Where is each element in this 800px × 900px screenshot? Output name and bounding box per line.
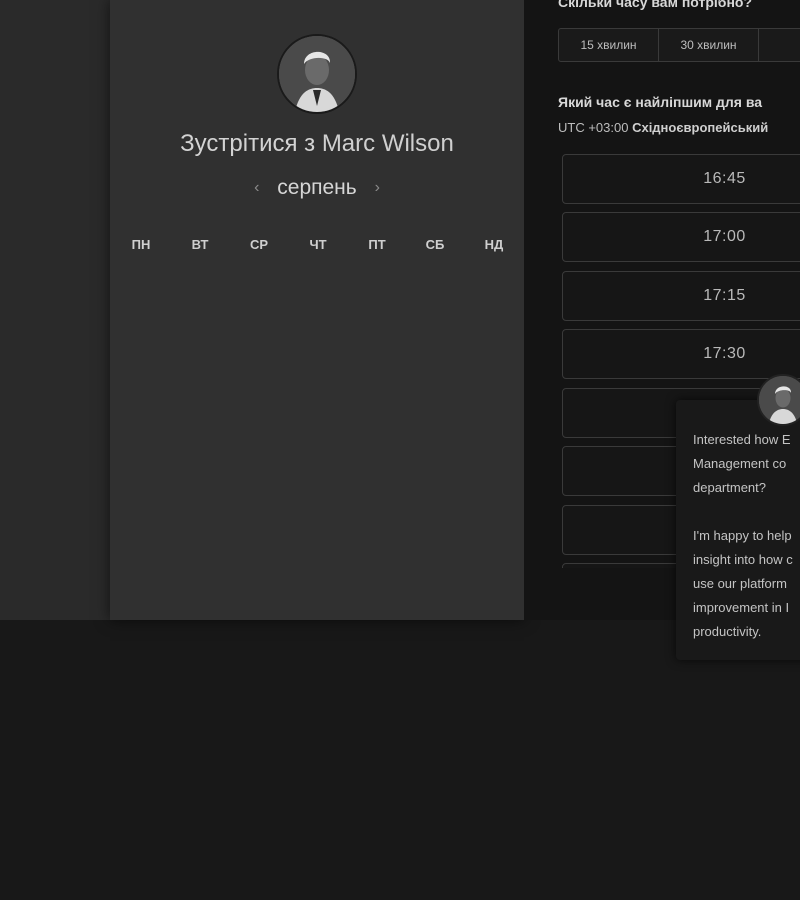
time-slot-label: 17:00	[703, 228, 746, 245]
host-avatar	[277, 34, 357, 114]
weekday-wed: СР	[249, 237, 269, 252]
host-calendar-panel: Зустрітися з Marc Wilson ‹ серпень › ПН …	[110, 0, 524, 620]
weekday-tue: ВТ	[191, 237, 209, 252]
page-footer-area	[0, 620, 800, 900]
weekday-mon: ПН	[131, 237, 151, 252]
weekday-fri: ПТ	[368, 237, 386, 252]
weekday-sun: НД	[484, 237, 504, 252]
time-slot-label: 17:15	[703, 287, 746, 304]
time-slot-label: 16:45	[703, 170, 746, 187]
time-slot[interactable]: 16:45	[562, 154, 800, 204]
duration-question: Скільки часу вам потрібно?	[558, 0, 753, 10]
duration-15-option[interactable]: 15 хвилин	[559, 29, 659, 61]
duration-30-option[interactable]: 30 хвилин	[659, 29, 759, 61]
duration-more-option[interactable]	[759, 29, 800, 61]
timezone-label: UTC +03:00 Східноєвропейський	[558, 120, 768, 135]
time-slot[interactable]: 17:30	[562, 329, 800, 379]
time-slot-label: 17:30	[703, 345, 746, 362]
chat-avatar[interactable]	[757, 374, 800, 426]
next-month-icon[interactable]: ›	[363, 179, 392, 197]
chat-message: Interested how E Management co departmen…	[693, 432, 793, 639]
month-navigation: ‹ серпень ›	[110, 176, 524, 200]
chat-popup[interactable]: Interested how E Management co departmen…	[676, 400, 800, 660]
meeting-title: Зустрітися з Marc Wilson	[110, 130, 524, 158]
time-slot[interactable]: 17:00	[562, 212, 800, 262]
timezone-name: Східноєвропейський	[632, 120, 769, 135]
weekday-sat: СБ	[425, 237, 445, 252]
duration-selector: 15 хвилин 30 хвилин	[558, 28, 800, 62]
weekday-thu: ЧТ	[309, 237, 327, 252]
month-label: серпень	[277, 176, 357, 199]
host-name: Marc Wilson	[321, 130, 454, 157]
timezone-offset: UTC +03:00	[558, 120, 629, 135]
time-slot[interactable]: 17:15	[562, 271, 800, 321]
meeting-title-prefix: Зустрітися з	[180, 130, 316, 157]
time-question: Який час є найліпшим для ва	[558, 94, 763, 110]
prev-month-icon[interactable]: ‹	[242, 179, 271, 197]
